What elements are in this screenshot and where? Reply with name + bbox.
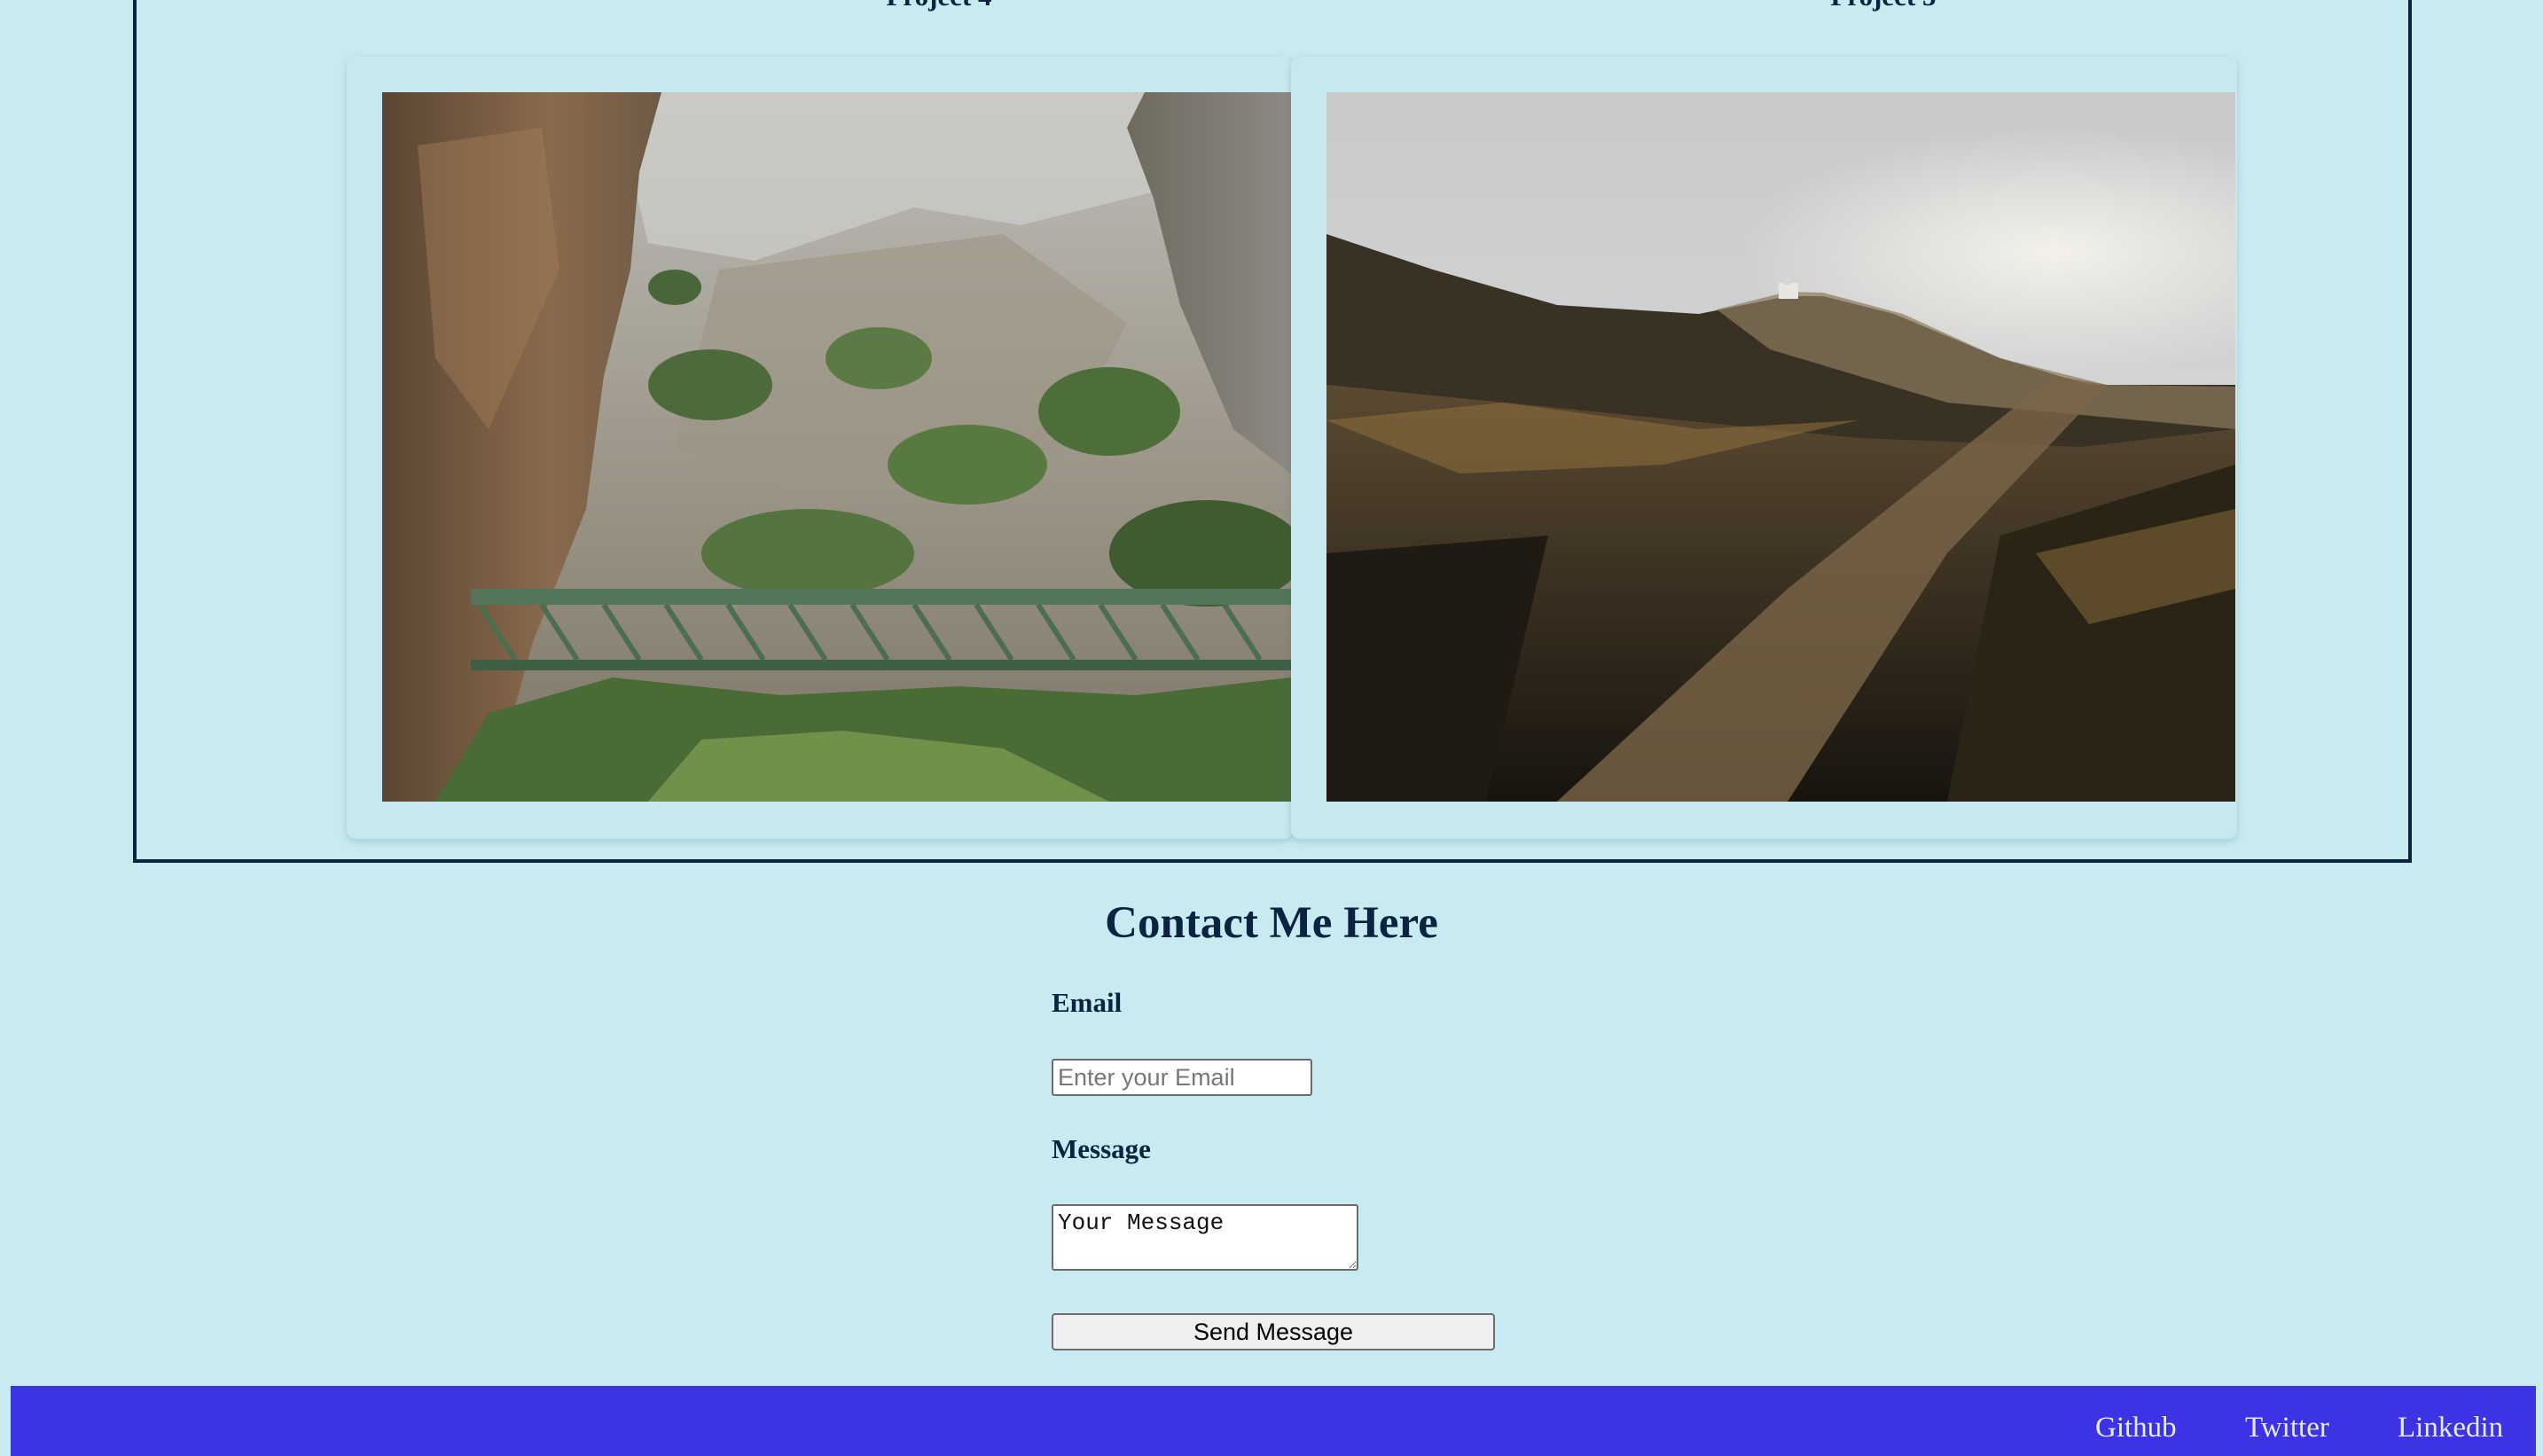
- project-4-card[interactable]: [347, 57, 1293, 839]
- project-5-card[interactable]: [1291, 57, 2237, 839]
- hillside-path-lighthouse-photo: [1326, 92, 2235, 802]
- email-label: Email: [1052, 987, 1123, 1018]
- footer-link-linkedin[interactable]: Linkedin: [2398, 1410, 2503, 1445]
- projects-section: Project 4 Project 5: [133, 0, 2412, 863]
- bridge-canyon-photo: [382, 92, 1291, 802]
- email-field[interactable]: [1052, 1059, 1312, 1096]
- project-4-title: Project 4: [753, 0, 1125, 14]
- footer-link-github[interactable]: Github: [2095, 1410, 2177, 1445]
- footer-link-twitter[interactable]: Twitter: [2245, 1410, 2329, 1445]
- footer: Github Twitter Linkedin: [11, 1386, 2536, 1456]
- contact-heading: Contact Me Here: [1105, 898, 1438, 948]
- send-message-button[interactable]: Send Message: [1052, 1313, 1495, 1350]
- project-5-title: Project 5: [1697, 0, 2070, 14]
- message-textarea[interactable]: [1052, 1204, 1358, 1271]
- message-label: Message: [1052, 1133, 1151, 1164]
